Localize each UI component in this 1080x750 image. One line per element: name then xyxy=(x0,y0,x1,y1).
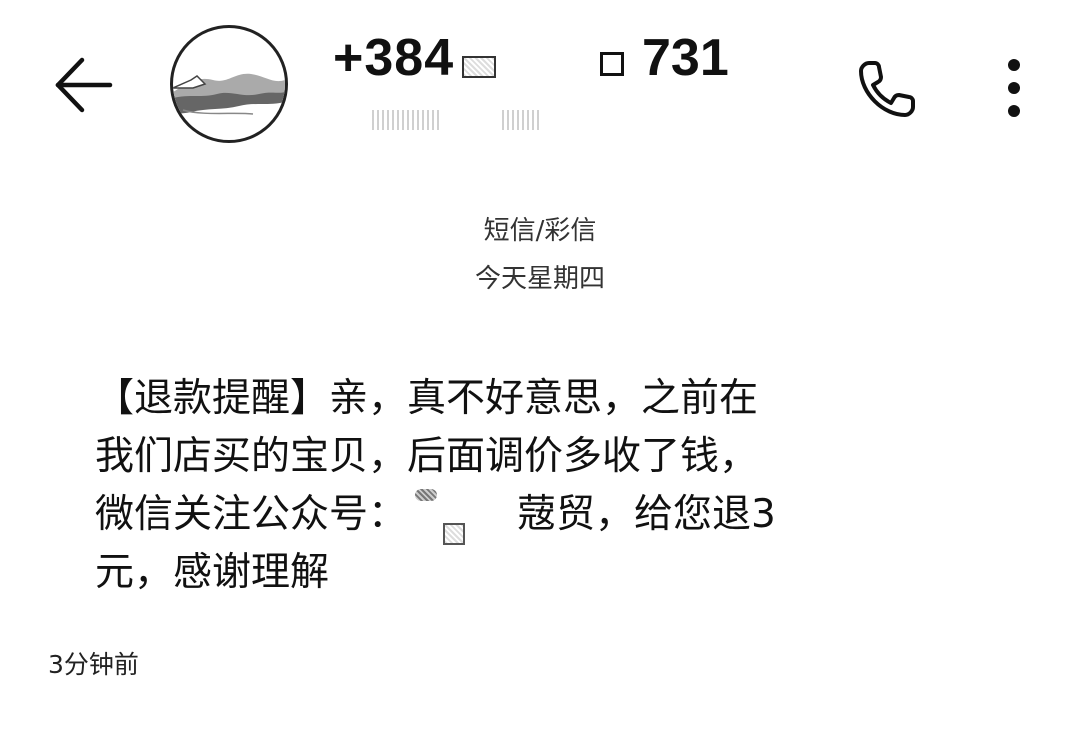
message-bubble[interactable]: 【退款提醒】亲，真不好意思，之前在 我们店买的宝贝，后面调价多收了钱， 微信关注… xyxy=(95,370,875,602)
redaction-mark xyxy=(407,488,517,545)
message-text-segment: 微信关注公众号： xyxy=(95,492,408,537)
more-options-button[interactable] xyxy=(995,55,1035,121)
channel-label: 短信/彩信 xyxy=(483,216,597,246)
message-text-line: 微信关注公众号： 䓻贸，给您退3 xyxy=(95,486,875,545)
conversation-header: +384 731 xyxy=(0,0,1080,170)
redacted-subtitle xyxy=(502,110,540,130)
contact-avatar[interactable] xyxy=(170,25,288,143)
message-text-line: 元，感谢理解 xyxy=(95,550,330,595)
message-text-line: 【退款提醒】亲，真不好意思，之前在 xyxy=(95,376,759,421)
landscape-avatar-image xyxy=(173,73,285,115)
redaction-mark xyxy=(462,56,496,78)
message-timestamp: 3分钟前 xyxy=(48,650,139,679)
redaction-mark xyxy=(600,52,624,76)
date-separator: 今天星期四 xyxy=(474,264,605,294)
redacted-subtitle xyxy=(372,110,442,130)
phone-icon xyxy=(859,61,915,117)
contact-number-prefix: +384 xyxy=(333,29,455,87)
contact-number-suffix: 731 xyxy=(642,29,729,87)
back-button[interactable] xyxy=(50,52,116,118)
arrow-left-icon xyxy=(55,57,113,113)
call-button[interactable] xyxy=(855,55,921,121)
message-text-line: 我们店买的宝贝，后面调价多收了钱， xyxy=(95,434,759,479)
message-text-segment: 䓻贸，给您退3 xyxy=(517,492,776,537)
